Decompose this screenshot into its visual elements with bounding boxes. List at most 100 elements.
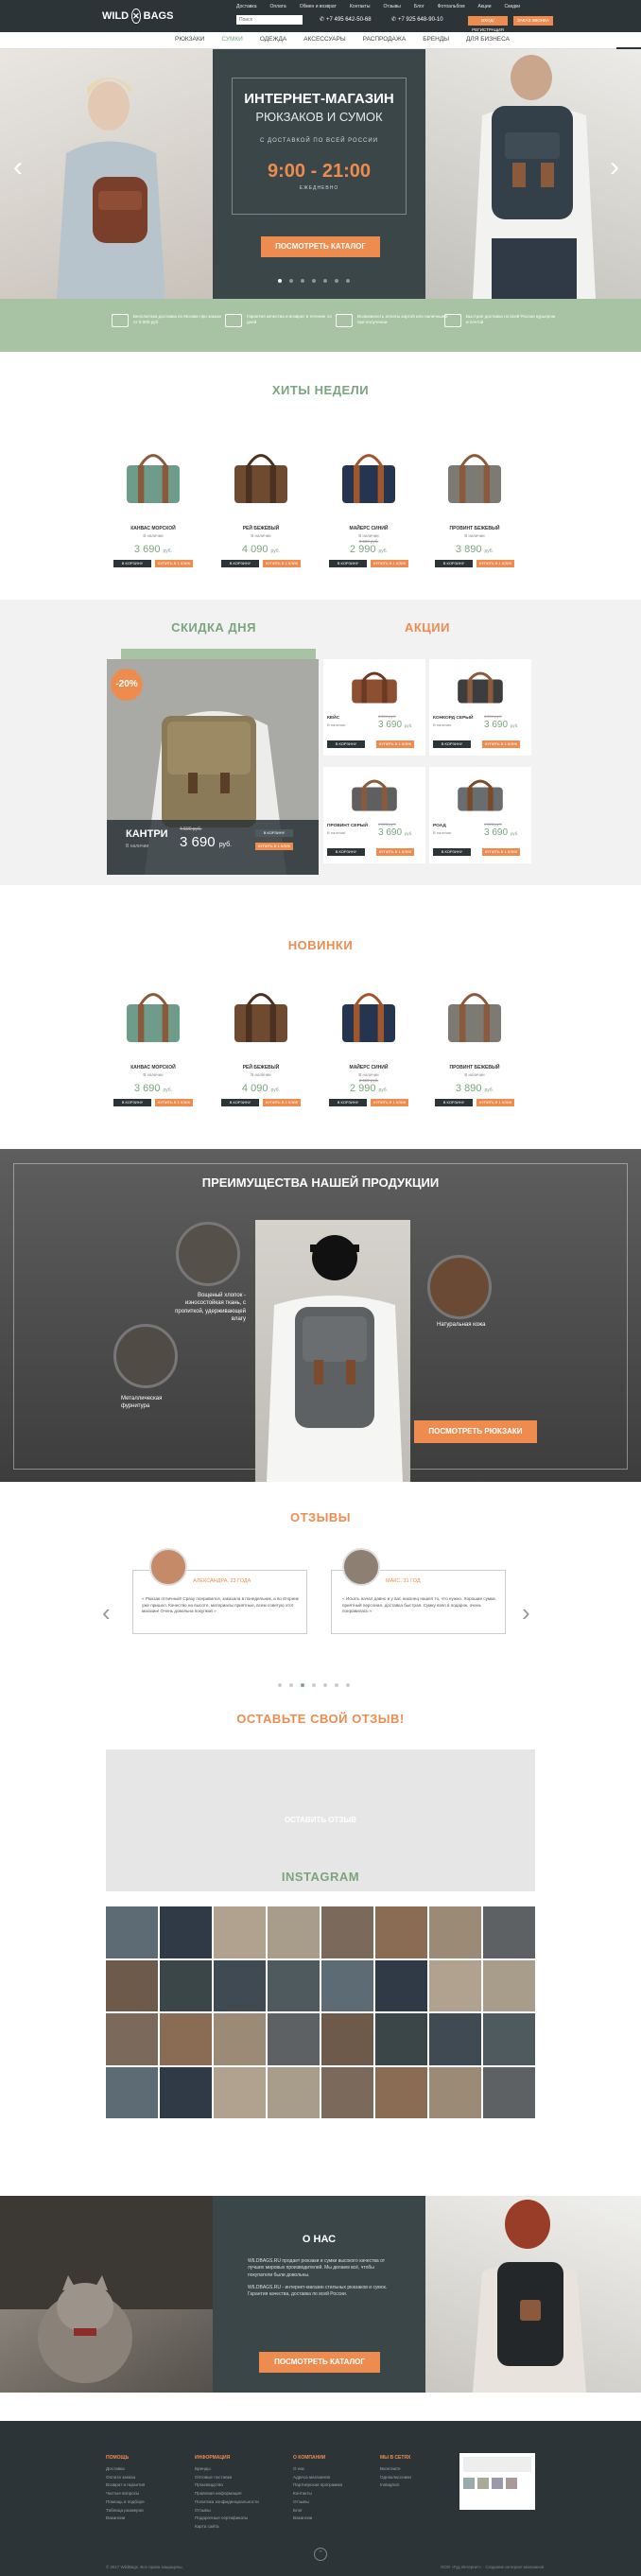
add-to-cart-button[interactable]: В КОРЗИНУ [221, 560, 259, 567]
buy-one-click-button[interactable]: КУПИТЬ В 1 КЛИК [476, 560, 514, 567]
slide-dot[interactable] [335, 279, 338, 283]
buy-one-click-button[interactable]: КУПИТЬ В 1 КЛИК [482, 848, 520, 856]
nav-item-business[interactable]: Для бизнеса [466, 36, 510, 43]
footer-link[interactable]: Таблица размеров [106, 2507, 200, 2515]
top-link-reviews[interactable]: Отзывы [384, 4, 401, 9]
add-to-cart-button[interactable]: В КОРЗИНУ [113, 1099, 151, 1106]
add-to-cart-button[interactable]: В КОРЗИНУ [327, 740, 365, 748]
instagram-photo[interactable] [268, 1906, 320, 1958]
hero-prev-arrow-icon[interactable]: ‹ [13, 151, 23, 183]
product-image[interactable] [115, 978, 191, 1053]
footer-link[interactable]: Блог [293, 2507, 388, 2515]
search-input[interactable] [236, 15, 303, 25]
login-button[interactable]: ВХОД/РЕГИСТРАЦИЯ [468, 16, 508, 32]
sale-product-image[interactable] [342, 663, 407, 710]
review-dot[interactable] [335, 1683, 338, 1687]
nav-item-backpacks[interactable]: Рюкзаки [175, 36, 204, 43]
buy-one-click-button[interactable]: КУПИТЬ В 1 КЛИК [155, 560, 193, 567]
buy-one-click-button[interactable]: КУПИТЬ В 1 КЛИК [376, 848, 414, 856]
footer-link[interactable]: Адреса магазинов [293, 2474, 388, 2482]
top-link-returns[interactable]: Обмен и возврат [300, 4, 337, 9]
instagram-photo[interactable] [375, 1906, 427, 1958]
instagram-photo[interactable] [106, 2066, 158, 2118]
nav-item-clothes[interactable]: Одежда [260, 36, 286, 43]
sale-product-name[interactable]: КОНКОРД СЕРЫЙ [433, 716, 473, 721]
add-to-cart-button[interactable]: В КОРЗИНУ [329, 1099, 367, 1106]
instagram-photo[interactable] [321, 2013, 373, 2065]
product-image[interactable] [437, 439, 512, 514]
add-to-cart-button[interactable]: В КОРЗИНУ [435, 560, 473, 567]
instagram-photo[interactable] [375, 1959, 427, 2011]
add-to-cart-button[interactable]: В КОРЗИНУ [433, 740, 471, 748]
reviews-next-arrow-icon[interactable]: › [522, 1598, 530, 1627]
add-to-cart-button[interactable]: В КОРЗИНУ [221, 1099, 259, 1106]
footer-link[interactable]: Контакты [293, 2490, 388, 2498]
slide-dot[interactable] [278, 279, 282, 283]
instagram-photo[interactable] [106, 1906, 158, 1958]
buy-one-click-button[interactable]: КУПИТЬ В 1 КЛИК [263, 1099, 301, 1106]
buy-one-click-button[interactable]: КУПИТЬ В 1 КЛИК [371, 560, 408, 567]
product-image[interactable] [331, 978, 407, 1053]
instagram-photo[interactable] [483, 1959, 535, 2011]
slide-dot[interactable] [346, 279, 350, 283]
footer-link[interactable]: Бренды [195, 2465, 289, 2474]
nav-item-sale[interactable]: Распродажа [363, 36, 407, 43]
instagram-photo[interactable] [375, 2066, 427, 2118]
footer-link[interactable]: Правовая информация [195, 2490, 289, 2498]
product-name[interactable]: ПРОВИНТ БЕЖЕВЫЙ [427, 1065, 522, 1070]
product-name[interactable]: РЕЙ БЕЖЕВЫЙ [214, 526, 308, 531]
footer-link[interactable]: Вакансии [293, 2515, 388, 2523]
product-name[interactable]: ПРОВИНТ БЕЖЕВЫЙ [427, 526, 522, 531]
instagram-photo[interactable] [106, 1959, 158, 2011]
add-to-cart-button[interactable]: В КОРЗИНУ [433, 848, 471, 856]
product-image[interactable] [223, 439, 299, 514]
top-link-blog[interactable]: Блог [414, 4, 424, 9]
footer-link[interactable]: Оплата заказа [106, 2474, 200, 2482]
add-to-cart-button[interactable]: В КОРЗИНУ [329, 560, 367, 567]
add-to-cart-button[interactable]: В КОРЗИНУ [113, 560, 151, 567]
instagram-photo[interactable] [268, 1959, 320, 2011]
sale-product-name[interactable]: КЕЙС [327, 716, 339, 721]
product-image[interactable] [223, 978, 299, 1053]
product-name[interactable]: РЕЙ БЕЖЕВЫЙ [214, 1065, 308, 1070]
phone-2[interactable]: ✆ +7 925 648-90-10 [391, 16, 443, 24]
sale-product-image[interactable] [342, 771, 407, 818]
buy-one-click-button[interactable]: КУПИТЬ В 1 КЛИК [482, 740, 520, 748]
footer-link[interactable]: Оптовые поставки [195, 2474, 289, 2482]
instagram-photo[interactable] [268, 2066, 320, 2118]
instagram-photo[interactable] [375, 2013, 427, 2065]
review-dot[interactable] [346, 1683, 350, 1687]
add-to-cart-button[interactable]: В КОРЗИНУ [435, 1099, 473, 1106]
top-link-contacts[interactable]: Контакты [350, 4, 371, 9]
review-dot[interactable] [323, 1683, 327, 1687]
callback-button[interactable]: ЗАКАЗ ЗВОНКА [513, 16, 553, 26]
instagram-photo[interactable] [160, 2013, 212, 2065]
sale-product-image[interactable] [448, 771, 512, 818]
about-catalog-button[interactable]: ПОСМОТРЕТЬ КАТАЛОГ [259, 2352, 380, 2373]
buy-one-click-button[interactable]: КУПИТЬ В 1 КЛИК [476, 1099, 514, 1106]
instagram-photo[interactable] [160, 2066, 212, 2118]
instagram-photo[interactable] [321, 1959, 373, 2011]
buy-one-click-button[interactable]: КУПИТЬ В 1 КЛИК [371, 1099, 408, 1106]
instagram-photo[interactable] [483, 2013, 535, 2065]
developer-credit[interactable]: ООО «Гуд Интернет» · Создание интернет-м… [441, 2565, 544, 2569]
leave-review-button[interactable]: ОСТАВИТЬ ОТЗЫВ [106, 1816, 535, 1824]
slide-dot[interactable] [312, 279, 316, 283]
instagram-photo[interactable] [483, 2066, 535, 2118]
social-widget[interactable] [459, 2453, 535, 2510]
footer-link[interactable]: Доставка [106, 2465, 200, 2474]
footer-link[interactable]: Подарочные сертификаты [195, 2515, 289, 2523]
review-dot[interactable] [289, 1683, 293, 1687]
hero-next-arrow-icon[interactable]: › [610, 151, 619, 183]
footer-link[interactable]: Частые вопросы [106, 2490, 200, 2498]
instagram-photo[interactable] [268, 2013, 320, 2065]
advantages-backpacks-button[interactable]: ПОСМОТРЕТЬ РЮКЗАКИ [414, 1420, 537, 1443]
buy-one-click-button[interactable]: КУПИТЬ В 1 КЛИК [155, 1099, 193, 1106]
footer-link[interactable]: О нас [293, 2465, 388, 2474]
nav-item-bags[interactable]: Сумки [221, 36, 242, 43]
footer-link[interactable]: Вакансии [106, 2515, 200, 2523]
review-dot[interactable] [301, 1683, 304, 1687]
footer-link[interactable]: Возврат и гарантия [106, 2481, 200, 2490]
footer-link[interactable]: Политика конфиденциальности [195, 2498, 289, 2507]
top-link-photo[interactable]: Фотоальбом [438, 4, 465, 9]
